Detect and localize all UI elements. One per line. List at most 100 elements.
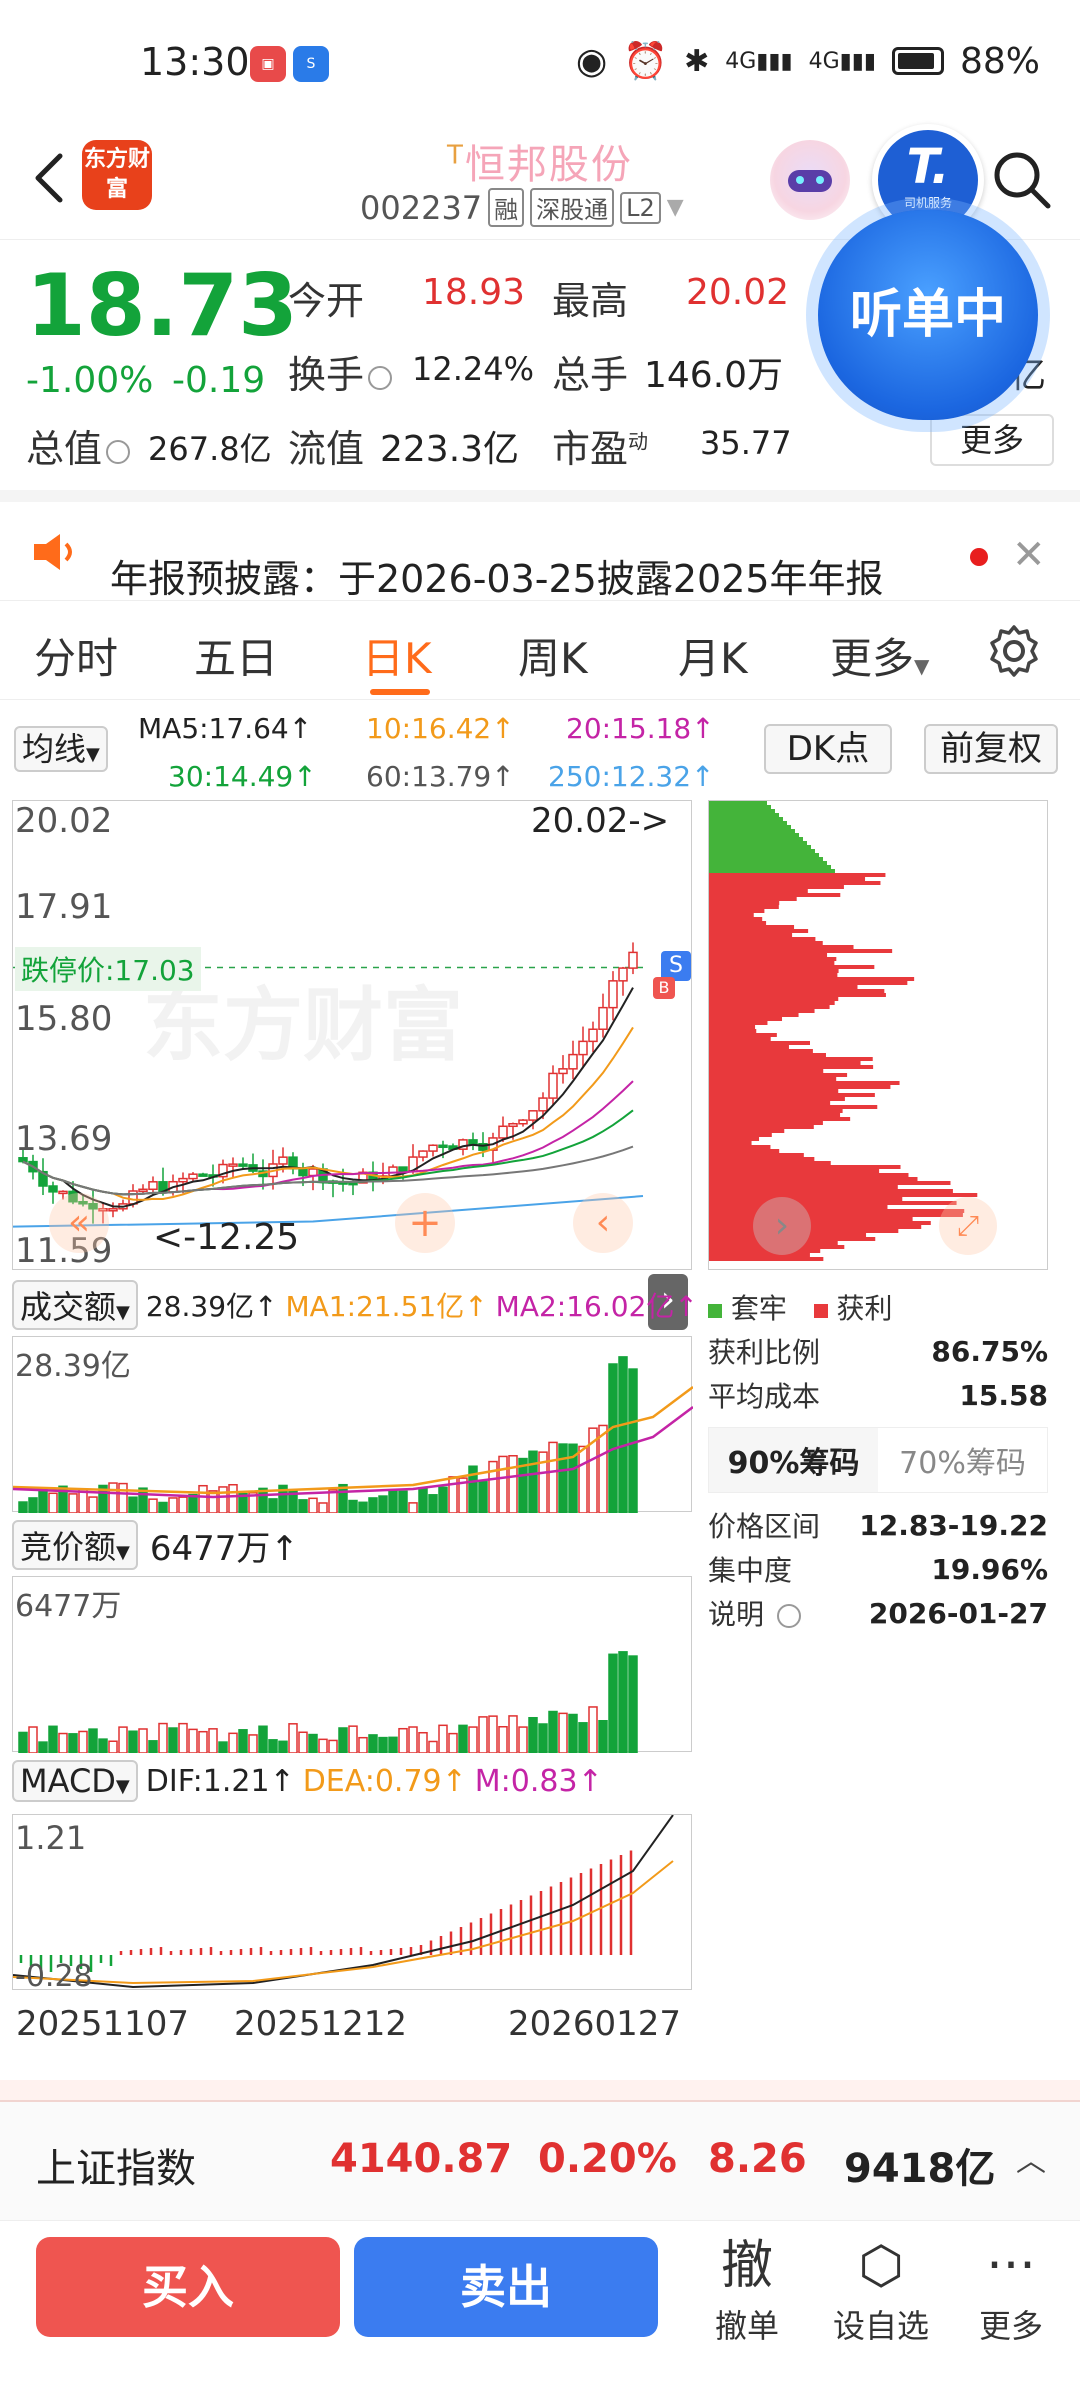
macd-select[interactable]: MACD▼: [12, 1760, 138, 1802]
tab-90-chips[interactable]: 90%筹码: [709, 1428, 878, 1492]
active-tab-indicator: [370, 689, 430, 695]
caret-down-icon: ▼: [116, 1302, 130, 1323]
tab-more[interactable]: 更多▼: [830, 625, 929, 686]
candle-body: [418, 1150, 428, 1158]
volume-bar: [588, 1706, 598, 1753]
macd-chart[interactable]: 1.21 -0.28: [12, 1814, 692, 1994]
chip-bar: [709, 909, 765, 913]
chip-bar: [709, 949, 893, 953]
tab-intraday[interactable]: 分时: [34, 625, 118, 686]
volume-bar: [428, 1740, 438, 1753]
candle-body: [58, 1190, 68, 1195]
tab-weekly-k[interactable]: 周K: [518, 625, 588, 686]
expand-icon[interactable]: ⤢: [939, 1197, 997, 1255]
robot-assistant-icon[interactable]: [770, 140, 850, 220]
auction-select[interactable]: 竞价额▼: [12, 1520, 138, 1570]
chip-bar: [709, 941, 823, 945]
buy-marker[interactable]: B: [653, 977, 675, 999]
indicator-select[interactable]: 均线▼: [14, 726, 108, 772]
info-icon[interactable]: [368, 365, 393, 390]
volume-bar: [338, 1727, 348, 1753]
info-icon[interactable]: [106, 439, 131, 464]
add-watchlist-button[interactable]: ⬡ 设自选: [826, 2231, 936, 2347]
price-range-row: 价格区间 12.83-19.22: [708, 1508, 1048, 1544]
tab-monthly-k[interactable]: 月K: [678, 625, 748, 686]
gear-icon[interactable]: [986, 623, 1042, 679]
buy-button[interactable]: 买入: [36, 2237, 340, 2337]
chip-bar: [709, 861, 827, 865]
high-marker: 20.02->: [531, 801, 670, 841]
candle-body: [538, 1097, 548, 1112]
volume-bar: [168, 1497, 178, 1513]
search-icon[interactable]: [990, 148, 1054, 212]
sell-button[interactable]: 卖出: [354, 2237, 658, 2337]
listening-button[interactable]: 听单中: [818, 210, 1038, 420]
chip-bar: [709, 969, 839, 973]
scroll-left-icon[interactable]: «: [49, 1193, 109, 1253]
date-label-1: 20251107: [16, 2004, 190, 2044]
chip-bar: [709, 1201, 957, 1205]
stock-name-text: 恒邦股份: [464, 142, 633, 188]
dk-point-button[interactable]: DK点: [764, 724, 892, 774]
volume-bar: [528, 1716, 538, 1753]
chevron-up-icon[interactable]: ︿: [1016, 2136, 1046, 2180]
crosshair-plus-icon[interactable]: +: [395, 1193, 455, 1253]
close-icon[interactable]: ✕: [1012, 532, 1046, 578]
chip-bar: [709, 1169, 880, 1173]
turnover-ma2: MA2:16.02亿↑: [495, 1290, 698, 1323]
index-bar[interactable]: 上证指数 4140.87 0.20% 8.26 9418亿 ︿: [0, 2080, 1080, 2220]
chip-bar: [709, 865, 831, 869]
volume-bar: [618, 1356, 628, 1513]
more-actions-button[interactable]: ··· 更多: [956, 2231, 1066, 2347]
chip-bar: [709, 889, 808, 893]
turnover-chart[interactable]: 28.39亿: [12, 1336, 693, 1513]
kline-chart[interactable]: 东方财富 20.02 17.91 15.80 13.69 11.59 跌停价:1…: [12, 800, 692, 1271]
add-watchlist-label: 设自选: [832, 2307, 929, 2345]
chip-bar: [709, 1189, 953, 1193]
volume-bar: [488, 1715, 498, 1753]
macd-m: M:0.83↑: [474, 1763, 603, 1799]
volume-bar: [418, 1731, 428, 1753]
cancel-order-button[interactable]: 撤 撤单: [692, 2231, 802, 2347]
volume-bar: [358, 1501, 368, 1513]
date-label-3: 20260127: [508, 2004, 682, 2044]
tab-daily-k[interactable]: 日K: [362, 625, 432, 686]
volume-bar: [248, 1734, 258, 1753]
volume-bar: [348, 1725, 358, 1753]
candle-body: [568, 1053, 578, 1070]
tab-five-day[interactable]: 五日: [194, 625, 278, 686]
chip-bar: [709, 977, 915, 981]
auction-chart[interactable]: 6477万: [12, 1576, 692, 1753]
chip-distribution-chart[interactable]: › ⤢: [708, 800, 1048, 1270]
candle-body: [498, 1125, 508, 1139]
chip-bar: [709, 1121, 823, 1125]
chip-bar: [709, 997, 839, 1001]
adjust-button[interactable]: 前复权: [924, 724, 1058, 774]
volume-bar: [28, 1497, 38, 1513]
tab-70-chips[interactable]: 70%筹码: [878, 1428, 1047, 1492]
chip-bar: [709, 1093, 875, 1097]
app-s-icon: S: [293, 46, 329, 82]
info-icon[interactable]: [776, 1604, 801, 1628]
volume-bar: [458, 1724, 468, 1753]
signal-icon: 4G▮▮▮: [725, 48, 793, 74]
volume-bar: [298, 1499, 308, 1513]
macd-svg: [13, 1815, 674, 1989]
volume-bar: [188, 1728, 198, 1753]
stock-code-row[interactable]: 002237 融 深股通 L2 ▼: [360, 188, 684, 227]
announcement-bar[interactable]: 年报预披露：于2026-03-25披露2025年年报 ✕: [0, 490, 1080, 601]
chip-bar: [709, 921, 767, 925]
volume-bar: [628, 1655, 638, 1753]
volume-bar: [178, 1496, 188, 1513]
candle-body: [188, 1173, 198, 1180]
step-left-icon[interactable]: ‹: [573, 1193, 633, 1253]
chevron-right-icon[interactable]: ›: [753, 1197, 811, 1255]
note-row: 说明 2026-01-27: [708, 1596, 1048, 1632]
volume-bar: [608, 1653, 618, 1753]
volume-bar: [438, 1486, 448, 1513]
chip-bar: [709, 1225, 922, 1229]
more-quote-button[interactable]: 更多: [930, 414, 1054, 466]
chip-bar: [709, 1029, 757, 1033]
chip-bar: [709, 1005, 830, 1009]
turnover-select[interactable]: 成交额▼: [12, 1280, 138, 1330]
